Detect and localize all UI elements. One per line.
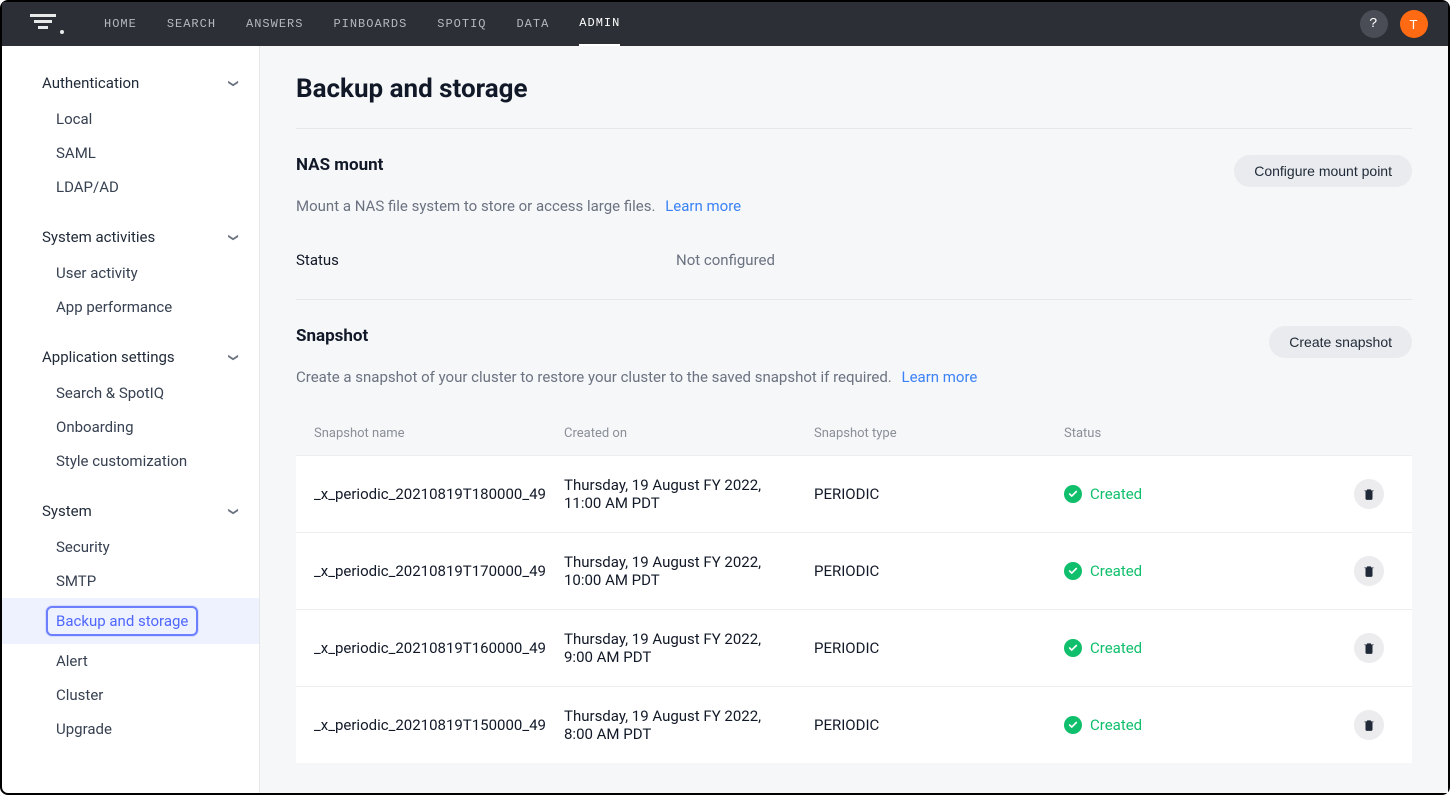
table-row: _x_periodic_20210819T150000_496Thursday,… bbox=[296, 687, 1412, 764]
snapshot-type: PERIODIC bbox=[796, 456, 1046, 533]
nas-learn-more-link[interactable]: Learn more bbox=[665, 197, 741, 215]
logo-dot-icon bbox=[60, 30, 64, 34]
column-header: Status bbox=[1046, 412, 1336, 456]
nav-admin[interactable]: ADMIN bbox=[579, 3, 620, 47]
sidebar-item-security[interactable]: Security bbox=[2, 530, 259, 564]
sidebar-item-saml[interactable]: SAML bbox=[2, 136, 259, 170]
snapshot-desc: Create a snapshot of your cluster to res… bbox=[296, 368, 1412, 386]
snapshot-table: Snapshot nameCreated onSnapshot typeStat… bbox=[296, 412, 1412, 763]
sidebar-section-system[interactable]: System ❯ bbox=[2, 492, 259, 530]
nav-home[interactable]: HOME bbox=[104, 2, 137, 46]
sidebar-item-onboarding[interactable]: Onboarding bbox=[2, 410, 259, 444]
delete-snapshot-button[interactable] bbox=[1354, 479, 1384, 509]
nav-search[interactable]: SEARCH bbox=[167, 2, 216, 46]
nas-desc: Mount a NAS file system to store or acce… bbox=[296, 197, 1412, 215]
chevron-down-icon: ❯ bbox=[227, 233, 238, 241]
snapshot-section: Snapshot Create snapshot Create a snapsh… bbox=[296, 326, 1412, 763]
check-circle-icon bbox=[1064, 716, 1082, 734]
sidebar-item-ldap-ad[interactable]: LDAP/AD bbox=[2, 170, 259, 204]
snapshot-type: PERIODIC bbox=[796, 533, 1046, 610]
snapshot-created-on: Thursday, 19 August FY 2022, 9:00 AM PDT bbox=[546, 610, 796, 687]
top-nav: HOME SEARCH ANSWERS PINBOARDS SPOTIQ DATA ADMI… bbox=[2, 2, 1448, 46]
trash-icon bbox=[1362, 641, 1376, 655]
nav-pinboards[interactable]: PINBOARDS bbox=[333, 2, 407, 46]
sidebar-item-label: Backup and storage bbox=[46, 606, 198, 636]
snapshot-status: Created bbox=[1046, 610, 1336, 687]
nav-answers[interactable]: ANSWERS bbox=[246, 2, 303, 46]
sidebar-section-label: System bbox=[42, 502, 92, 520]
logo[interactable] bbox=[30, 14, 64, 34]
chevron-down-icon: ❯ bbox=[227, 79, 238, 87]
sidebar-item-alert[interactable]: Alert bbox=[2, 644, 259, 678]
sidebar-item-style-customization[interactable]: Style customization bbox=[2, 444, 259, 478]
nas-title: NAS mount bbox=[296, 155, 383, 175]
snapshot-name: _x_periodic_20210819T150000_496 bbox=[296, 687, 546, 764]
sidebar-item-user-activity[interactable]: User activity bbox=[2, 256, 259, 290]
sidebar-item-upgrade[interactable]: Upgrade bbox=[2, 712, 259, 746]
main-content: Backup and storage NAS mount Configure m… bbox=[260, 46, 1448, 793]
configure-mount-point-button[interactable]: Configure mount point bbox=[1234, 155, 1412, 187]
delete-snapshot-button[interactable] bbox=[1354, 633, 1384, 663]
delete-snapshot-button[interactable] bbox=[1354, 710, 1384, 740]
table-row: _x_periodic_20210819T160000_496Thursday,… bbox=[296, 610, 1412, 687]
sidebar-item-app-performance[interactable]: App performance bbox=[2, 290, 259, 324]
sidebar-section-label: System activities bbox=[42, 228, 155, 246]
column-header bbox=[1336, 412, 1412, 456]
column-header: Snapshot type bbox=[796, 412, 1046, 456]
snapshot-created-on: Thursday, 19 August FY 2022, 8:00 AM PDT bbox=[546, 687, 796, 764]
check-circle-icon bbox=[1064, 562, 1082, 580]
sidebar-section-application-settings[interactable]: Application settings ❯ bbox=[2, 338, 259, 376]
snapshot-learn-more-link[interactable]: Learn more bbox=[902, 368, 978, 386]
sidebar: Authentication ❯ LocalSAMLLDAP/AD System ac… bbox=[2, 46, 260, 793]
divider bbox=[296, 128, 1412, 129]
snapshot-title: Snapshot bbox=[296, 326, 368, 346]
nas-mount-section: NAS mount Configure mount point Mount a … bbox=[296, 155, 1412, 269]
snapshot-status: Created bbox=[1046, 687, 1336, 764]
snapshot-type: PERIODIC bbox=[796, 610, 1046, 687]
delete-snapshot-button[interactable] bbox=[1354, 556, 1384, 586]
snapshot-status: Created bbox=[1046, 456, 1336, 533]
column-header: Created on bbox=[546, 412, 796, 456]
chevron-down-icon: ❯ bbox=[227, 507, 238, 515]
snapshot-created-on: Thursday, 19 August FY 2022, 10:00 AM PD… bbox=[546, 533, 796, 610]
sidebar-item-search-spotiq[interactable]: Search & SpotIQ bbox=[2, 376, 259, 410]
snapshot-created-on: Thursday, 19 August FY 2022, 11:00 AM PD… bbox=[546, 456, 796, 533]
nav-spotiq[interactable]: SPOTIQ bbox=[437, 2, 486, 46]
logo-bars-icon bbox=[30, 14, 56, 34]
snapshot-status: Created bbox=[1046, 533, 1336, 610]
sidebar-item-local[interactable]: Local bbox=[2, 102, 259, 136]
check-circle-icon bbox=[1064, 639, 1082, 657]
chevron-down-icon: ❯ bbox=[227, 353, 238, 361]
page-title: Backup and storage bbox=[296, 74, 1412, 104]
create-snapshot-button[interactable]: Create snapshot bbox=[1269, 326, 1412, 358]
sidebar-section-authentication[interactable]: Authentication ❯ bbox=[2, 64, 259, 102]
divider bbox=[296, 299, 1412, 300]
help-button[interactable]: ? bbox=[1360, 10, 1388, 38]
sidebar-item-smtp[interactable]: SMTP bbox=[2, 564, 259, 598]
snapshot-name: _x_periodic_20210819T160000_496 bbox=[296, 610, 546, 687]
check-circle-icon bbox=[1064, 485, 1082, 503]
sidebar-section-system-activities[interactable]: System activities ❯ bbox=[2, 218, 259, 256]
nas-status-value: Not configured bbox=[676, 251, 775, 269]
trash-icon bbox=[1362, 487, 1376, 501]
nas-status-label: Status bbox=[296, 251, 676, 269]
sidebar-item-backup-and-storage[interactable]: Backup and storage bbox=[2, 598, 259, 644]
sidebar-section-label: Authentication bbox=[42, 74, 139, 92]
sidebar-item-cluster[interactable]: Cluster bbox=[2, 678, 259, 712]
snapshot-type: PERIODIC bbox=[796, 687, 1046, 764]
sidebar-section-label: Application settings bbox=[42, 348, 175, 366]
avatar[interactable]: T bbox=[1400, 10, 1428, 38]
table-row: _x_periodic_20210819T170000_497Thursday,… bbox=[296, 533, 1412, 610]
column-header: Snapshot name bbox=[296, 412, 546, 456]
trash-icon bbox=[1362, 564, 1376, 578]
snapshot-name: _x_periodic_20210819T170000_497 bbox=[296, 533, 546, 610]
trash-icon bbox=[1362, 718, 1376, 732]
snapshot-name: _x_periodic_20210819T180000_497 bbox=[296, 456, 546, 533]
table-row: _x_periodic_20210819T180000_497Thursday,… bbox=[296, 456, 1412, 533]
nav-data[interactable]: DATA bbox=[516, 2, 549, 46]
